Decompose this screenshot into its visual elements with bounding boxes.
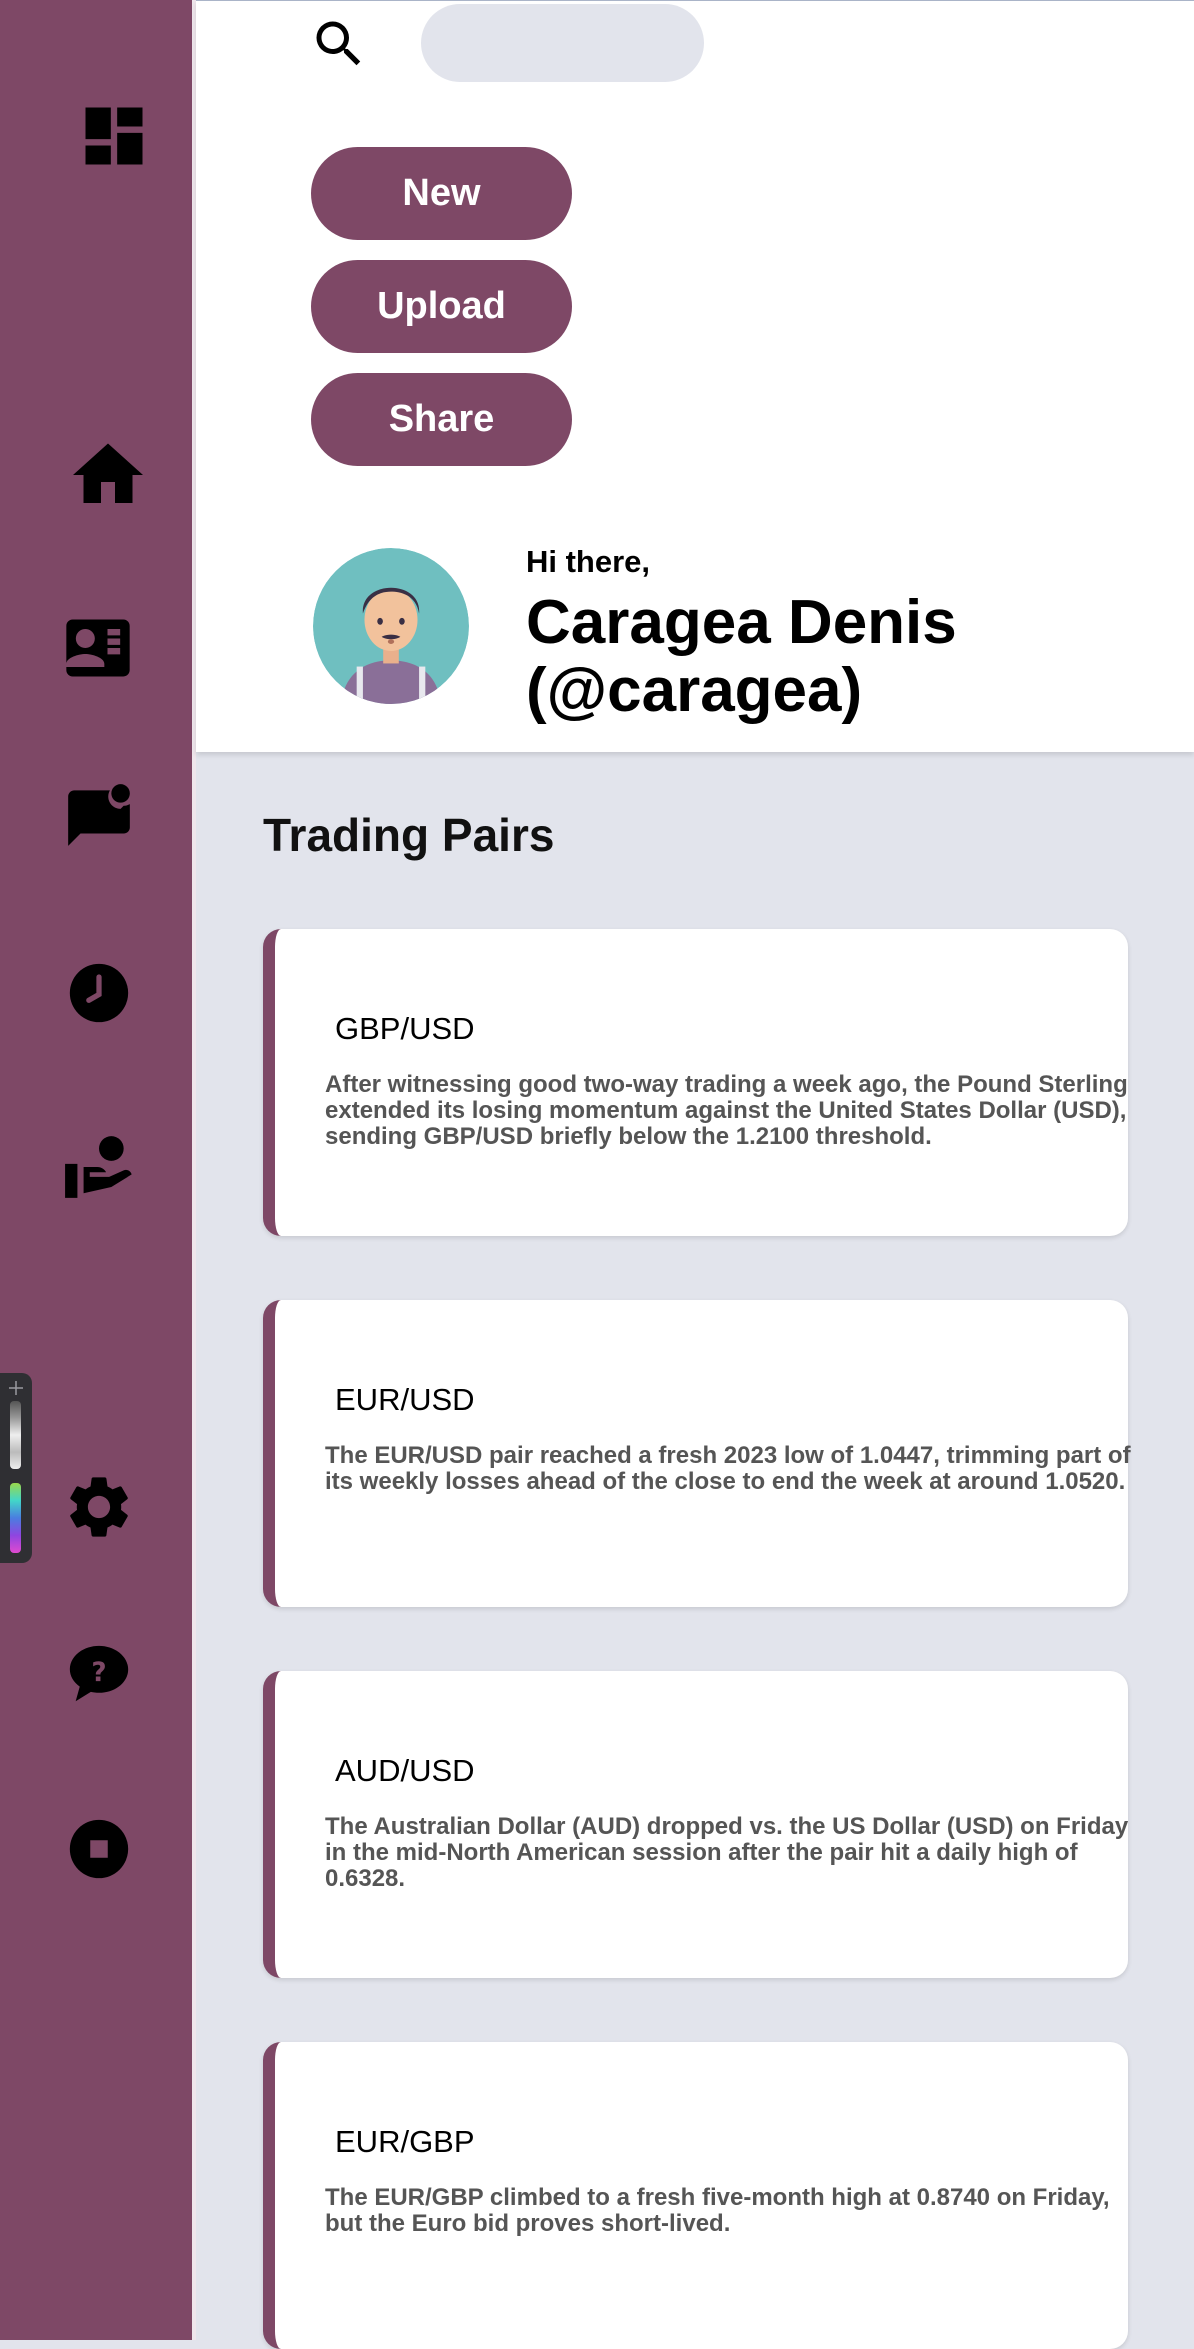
share-button[interactable]: Share: [311, 373, 572, 466]
trading-pair-card[interactable]: GBP/USD After witnessing good two-way tr…: [263, 929, 1128, 1236]
drag-handle-icon[interactable]: [9, 1381, 23, 1395]
upload-button[interactable]: Upload: [311, 260, 572, 353]
stop-icon[interactable]: [64, 1814, 134, 1884]
trading-pair-card[interactable]: EUR/GBP The EUR/GBP climbed to a fresh f…: [263, 2042, 1128, 2349]
svg-text:?: ?: [91, 1658, 106, 1688]
settings-icon[interactable]: [62, 1470, 136, 1544]
header: New Upload Share Hi there, Caragea Denis…: [196, 0, 1194, 752]
dashboard-icon[interactable]: [76, 98, 152, 174]
user-name: Caragea Denis (@caragea): [526, 588, 957, 725]
section-title: Trading Pairs: [263, 809, 555, 861]
help-icon[interactable]: ?: [64, 1640, 134, 1710]
pair-description: The EUR/USD pair reached a fresh 2023 lo…: [325, 1442, 1131, 1495]
clock-icon[interactable]: [64, 958, 134, 1028]
color-palette[interactable]: [10, 1483, 21, 1553]
pair-title: EUR/GBP: [335, 2124, 475, 2159]
pair-title: EUR/USD: [335, 1382, 475, 1417]
home-icon[interactable]: [66, 433, 150, 517]
chat-notification-icon[interactable]: [62, 778, 136, 852]
grayscale-palette[interactable]: [10, 1401, 21, 1469]
search-input[interactable]: [421, 4, 704, 82]
avatar: [313, 548, 469, 704]
new-button[interactable]: New: [311, 147, 572, 240]
trading-pair-card[interactable]: AUD/USD The Australian Dollar (AUD) drop…: [263, 1671, 1128, 1978]
trading-pair-card[interactable]: EUR/USD The EUR/USD pair reached a fresh…: [263, 1300, 1131, 1607]
pair-description: The EUR/GBP climbed to a fresh five-mont…: [325, 2184, 1110, 2237]
floating-toolbar[interactable]: [0, 1373, 32, 1563]
contact-card-icon[interactable]: [60, 610, 136, 686]
volunteer-icon[interactable]: [62, 1130, 136, 1204]
pair-description: The Australian Dollar (AUD) dropped vs. …: [325, 1813, 1129, 1892]
search-icon[interactable]: [309, 14, 369, 74]
greeting-text: Hi there,: [526, 544, 651, 579]
sidebar: ?: [0, 0, 192, 2340]
pair-title: GBP/USD: [335, 1011, 475, 1046]
pair-description: After witnessing good two-way trading a …: [325, 1071, 1128, 1150]
pair-title: AUD/USD: [335, 1753, 475, 1788]
